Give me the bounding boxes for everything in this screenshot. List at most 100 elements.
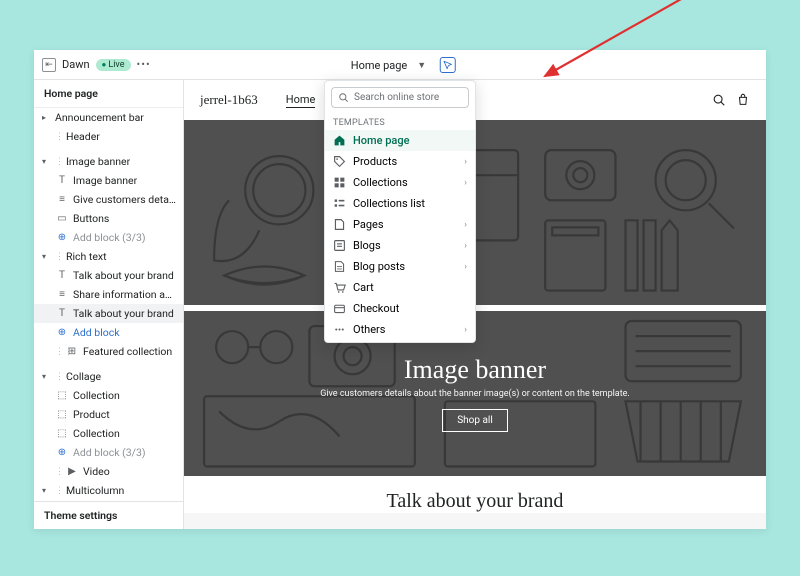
block-collage-product[interactable]: ⬚Product [34, 405, 183, 424]
tpl-cart[interactable]: Cart [325, 277, 475, 298]
add-block-rich-text[interactable]: ⊕ Add block [34, 323, 183, 342]
row-icon: ▶ [66, 466, 78, 478]
block-rich-text-heading[interactable]: T Talk about your brand [34, 266, 183, 285]
template-label: Others [353, 323, 385, 336]
section-featured-collection[interactable]: ⋮⋮⊞Featured collection [34, 342, 183, 361]
row-icon: ⬚ [56, 409, 68, 421]
chevron-right-icon: › [464, 157, 467, 167]
drag-handle-icon[interactable]: ⋮⋮ [55, 347, 61, 357]
sidebar: Home page Announcement bar⋮⋮Header⋮⋮Imag… [34, 80, 184, 529]
caret-icon [42, 252, 50, 261]
block-rich-text-heading-2[interactable]: T Talk about your brand [34, 304, 183, 323]
section-header[interactable]: ⋮⋮ Header [34, 127, 183, 146]
block-image-banner-buttons[interactable]: ▭Buttons [34, 209, 183, 228]
block-image-banner-heading[interactable]: TImage banner [34, 171, 183, 190]
topbar: ⇤ Dawn Live ••• Home page ▼ [34, 50, 766, 80]
rich-text-heading: Talk about your brand [184, 476, 766, 513]
tpl-others[interactable]: Others › [325, 319, 475, 340]
inspector-toggle[interactable] [439, 57, 455, 73]
drag-handle-icon[interactable]: ⋮⋮ [55, 157, 61, 167]
block-rich-text-text[interactable]: ≡Share information about your… [34, 285, 183, 304]
more-actions-icon[interactable]: ••• [137, 58, 151, 71]
section-collage[interactable]: ⋮⋮ Collage [34, 367, 183, 386]
search-input[interactable]: Search online store [331, 87, 469, 108]
theme-settings-link[interactable]: Theme settings [34, 501, 183, 529]
section-announcement-bar[interactable]: Announcement bar [34, 108, 183, 127]
drag-handle-icon[interactable]: ⋮⋮ [55, 372, 61, 382]
row-label: Talk about your brand [73, 269, 174, 282]
row-label: Collage [66, 370, 101, 383]
cart-icon[interactable] [736, 93, 750, 107]
section-rich-text[interactable]: ⋮⋮ Rich text [34, 247, 183, 266]
add-block-image-banner[interactable]: ⊕Add block (3/3) [34, 228, 183, 247]
sidebar-sections: Announcement bar ⋮⋮ Header ⋮⋮ Image banner TI… [34, 108, 183, 501]
tpl-checkout[interactable]: Checkout [325, 298, 475, 319]
banner-heading: Image banner [404, 355, 546, 385]
drag-handle-icon[interactable]: ⋮⋮ [55, 132, 61, 142]
row-label: Image banner [66, 155, 130, 168]
chevron-down-icon: ▼ [417, 60, 427, 71]
chevron-right-icon: › [464, 325, 467, 335]
tpl-products[interactable]: Products › [325, 151, 475, 172]
nav-home[interactable]: Home [286, 93, 316, 108]
exit-icon[interactable]: ⇤ [42, 58, 56, 72]
row-label: Buttons [73, 212, 109, 225]
dots-icon [333, 323, 346, 336]
chevron-right-icon: › [464, 241, 467, 251]
section-multicolumn[interactable]: ⋮⋮Multicolumn [34, 481, 183, 500]
theme-editor-app: ⇤ Dawn Live ••• Home page ▼ Home page An… [34, 50, 766, 529]
search-icon [338, 92, 349, 103]
row-label: Featured collection [83, 345, 172, 358]
row-icon: ⊕ [56, 327, 68, 339]
caret-icon [42, 157, 50, 166]
row-label: Talk about your brand [73, 307, 174, 320]
template-label: Cart [353, 281, 374, 294]
post-icon [333, 260, 346, 273]
banner-button[interactable]: Shop all [442, 409, 508, 432]
drag-handle-icon[interactable]: ⋮⋮ [55, 486, 61, 496]
caret-icon [42, 113, 50, 122]
block-collage-collection-1[interactable]: ⬚ Collection [34, 386, 183, 405]
row-icon: ⬚ [56, 390, 68, 402]
template-label: Checkout [353, 302, 399, 315]
row-label: Add block [73, 326, 120, 339]
section-video[interactable]: ⋮⋮▶Video [34, 462, 183, 481]
row-label: Header [66, 130, 100, 143]
block-collage-collection-2[interactable]: ⬚ Collection [34, 424, 183, 443]
row-icon: T [56, 308, 68, 320]
tpl-blog-posts[interactable]: Blog posts› [325, 256, 475, 277]
template-label: Collections [353, 176, 408, 189]
theme-name: Dawn [62, 58, 90, 71]
search-icon[interactable] [712, 93, 726, 107]
template-label: Collections list [353, 197, 425, 210]
row-label: Add block (3/3) [73, 446, 146, 459]
block-image-banner-text[interactable]: ≡Give customers details about … [34, 190, 183, 209]
page-selector[interactable]: Home page ▼ [345, 50, 456, 80]
page-selector-label: Home page [345, 55, 414, 76]
section-image-banner[interactable]: ⋮⋮ Image banner [34, 152, 183, 171]
template-label: Blogs [353, 239, 381, 252]
tpl-collections[interactable]: Collections › [325, 172, 475, 193]
tpl-collections-list[interactable]: Collections list [325, 193, 475, 214]
row-icon: T [56, 270, 68, 282]
template-label: Products [353, 155, 397, 168]
add-block-collage[interactable]: ⊕Add block (3/3) [34, 443, 183, 462]
tpl-home-page[interactable]: Home page [325, 130, 475, 151]
tpl-blogs[interactable]: Blogs › [325, 235, 475, 256]
grid-icon [333, 176, 346, 189]
page-icon [333, 218, 346, 231]
template-label: Pages [353, 218, 384, 231]
drag-handle-icon[interactable]: ⋮⋮ [55, 252, 61, 262]
drag-handle-icon[interactable]: ⋮⋮ [55, 467, 61, 477]
caret-icon [42, 372, 50, 381]
tpl-pages[interactable]: Pages› [325, 214, 475, 235]
list-icon [333, 197, 346, 210]
row-icon: T [56, 175, 68, 187]
row-label: Rich text [66, 250, 107, 263]
row-label: Collection [73, 427, 120, 440]
row-label: Collection [73, 389, 120, 402]
template-label: Blog posts [353, 260, 405, 273]
template-picker-panel: Search online store TEMPLATES Home pageP… [324, 80, 476, 343]
row-icon: ⬚ [56, 428, 68, 440]
chevron-right-icon: › [464, 178, 467, 188]
